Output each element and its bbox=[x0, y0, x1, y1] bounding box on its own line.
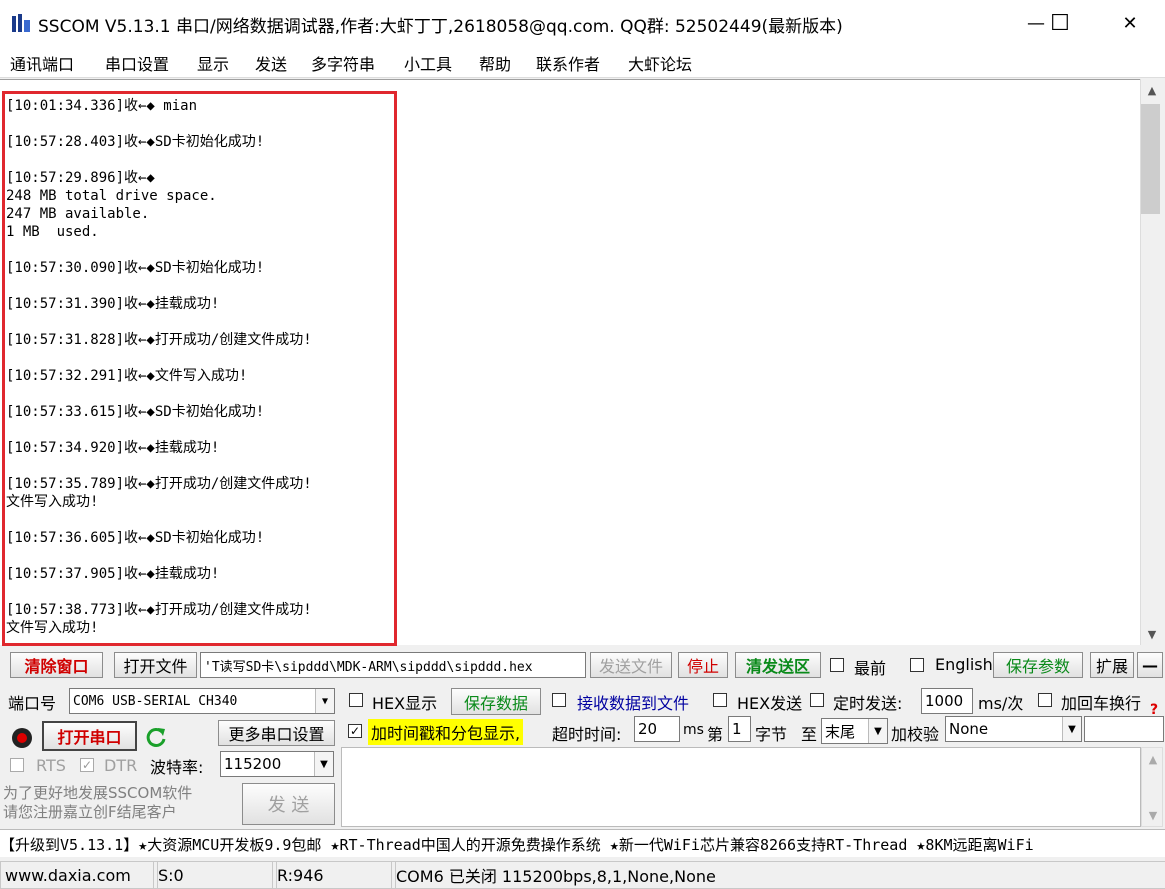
timestamp-label: 加时间戳和分包显示, bbox=[368, 719, 524, 745]
close-icon: ✕ bbox=[1122, 12, 1138, 34]
close-button[interactable]: ✕ bbox=[1107, 0, 1153, 46]
baud-select[interactable]: 115200 ▼ bbox=[220, 751, 334, 777]
english-checkbox[interactable] bbox=[910, 658, 924, 672]
recv-to-file-checkbox[interactable] bbox=[552, 693, 566, 707]
timeout-unit: ms bbox=[683, 722, 704, 738]
byte-label: 字节 bbox=[755, 725, 788, 744]
timeout-label: 超时时间: bbox=[552, 725, 622, 744]
timed-send-label: 定时发送: bbox=[833, 694, 903, 713]
save-data-button[interactable]: 保存数据 bbox=[451, 688, 541, 715]
timeout-input[interactable]: 20 bbox=[634, 716, 680, 742]
hex-display-label: HEX显示 bbox=[372, 694, 438, 713]
scroll-down-icon[interactable]: ▼ bbox=[1142, 804, 1164, 826]
checksum-label: 加校验 bbox=[891, 725, 940, 744]
topmost-checkbox[interactable] bbox=[830, 658, 844, 672]
clear-window-button[interactable]: 清除窗口 bbox=[10, 652, 103, 678]
menu-tools[interactable]: 小工具 bbox=[404, 51, 452, 75]
menu-port-settings[interactable]: 串口设置 bbox=[105, 51, 169, 75]
file-path-input[interactable]: 'T读写SD卡\sipddd\MDK-ARM\sipddd\sipddd.hex bbox=[200, 652, 586, 678]
highlight-box bbox=[2, 91, 397, 646]
app-icon bbox=[12, 14, 30, 32]
baud-label: 波特率: bbox=[150, 758, 204, 777]
scroll-down-icon[interactable]: ▼ bbox=[1141, 623, 1163, 645]
port-select[interactable]: COM6 USB-SERIAL CH340 ▼ bbox=[69, 688, 335, 714]
menu-forum[interactable]: 大虾论坛 bbox=[628, 51, 692, 75]
to-label: 至 bbox=[801, 725, 818, 744]
status-sent: S:0 bbox=[153, 861, 277, 889]
maximize-button[interactable]: ☐ bbox=[1037, 0, 1083, 46]
refresh-icon[interactable] bbox=[144, 725, 168, 749]
status-received: R:946 bbox=[272, 861, 396, 889]
scroll-up-icon[interactable]: ▲ bbox=[1141, 79, 1163, 101]
add-crlf-checkbox[interactable] bbox=[1038, 693, 1052, 707]
scroll-thumb[interactable] bbox=[1141, 104, 1160, 214]
to-select[interactable]: 末尾 ▼ bbox=[821, 718, 888, 744]
port-label: 端口号 bbox=[8, 694, 57, 713]
timed-send-checkbox[interactable] bbox=[810, 693, 824, 707]
send-file-button[interactable]: 发送文件 bbox=[590, 652, 672, 678]
recv-to-file-label: 接收数据到文件 bbox=[577, 694, 690, 713]
more-settings-button[interactable]: 更多串口设置 bbox=[218, 720, 335, 746]
send-scrollbar[interactable]: ▲ ▼ bbox=[1141, 747, 1163, 827]
title-bar: SSCOM V5.13.1 串口/网络数据调试器,作者:大虾丁丁,2618058… bbox=[0, 0, 1165, 46]
port-status-icon bbox=[12, 728, 32, 748]
rts-checkbox[interactable] bbox=[10, 758, 24, 772]
chevron-down-icon: ▼ bbox=[1062, 717, 1081, 741]
scroll-up-icon[interactable]: ▲ bbox=[1142, 748, 1164, 770]
interval-unit: ms/次 bbox=[978, 694, 1024, 713]
open-file-button[interactable]: 打开文件 bbox=[114, 652, 197, 678]
menu-multi-string[interactable]: 多字符串 bbox=[311, 51, 375, 75]
stop-button[interactable]: 停止 bbox=[678, 652, 728, 678]
news-ticker[interactable]: 【升级到V5.13.1】★大资源MCU开发板9.9包邮 ★RT-Thread中国… bbox=[0, 829, 1165, 857]
dtr-label: DTR bbox=[104, 756, 138, 775]
hex-display-checkbox[interactable] bbox=[349, 693, 363, 707]
status-bar: www.daxia.com S:0 R:946 COM6 已关闭 115200b… bbox=[0, 858, 1165, 889]
chevron-down-icon: ▼ bbox=[314, 752, 333, 776]
window-title: SSCOM V5.13.1 串口/网络数据调试器,作者:大虾丁丁,2618058… bbox=[38, 17, 843, 37]
status-port: COM6 已关闭 115200bps,8,1,None,None bbox=[391, 861, 1165, 889]
checksum-output bbox=[1084, 716, 1164, 742]
checksum-select[interactable]: None ▼ bbox=[945, 716, 1082, 742]
rts-label: RTS bbox=[36, 756, 66, 775]
topmost-label: 最前 bbox=[854, 659, 887, 678]
send-input[interactable] bbox=[341, 747, 1141, 827]
menu-comm-port[interactable]: 通讯端口 bbox=[10, 51, 74, 75]
add-crlf-label: 加回车换行 bbox=[1061, 694, 1142, 713]
hex-send-label: HEX发送 bbox=[737, 694, 803, 713]
expand-button[interactable]: 扩展 bbox=[1090, 652, 1134, 678]
hex-send-checkbox[interactable] bbox=[713, 693, 727, 707]
maximize-icon: ☐ bbox=[1050, 10, 1070, 36]
collapse-button[interactable]: — bbox=[1137, 652, 1163, 678]
byte-prefix: 第 bbox=[707, 725, 724, 744]
clear-send-button[interactable]: 清发送区 bbox=[735, 652, 821, 678]
english-label: English bbox=[935, 655, 993, 674]
status-site[interactable]: www.daxia.com bbox=[0, 861, 158, 889]
byte-input[interactable]: 1 bbox=[728, 716, 751, 742]
menu-send[interactable]: 发送 bbox=[255, 51, 287, 75]
menu-contact[interactable]: 联系作者 bbox=[536, 51, 600, 75]
menu-help[interactable]: 帮助 bbox=[479, 51, 511, 75]
timestamp-checkbox[interactable]: ✓ bbox=[348, 724, 362, 738]
promo-text: 为了更好地发展SSCOM软件 请您注册嘉立创F结尾客户 bbox=[3, 784, 193, 821]
save-params-button[interactable]: 保存参数 bbox=[993, 652, 1083, 678]
chevron-down-icon: ▼ bbox=[868, 719, 887, 743]
interval-input[interactable]: 1000 bbox=[921, 688, 973, 714]
chevron-down-icon: ▼ bbox=[315, 689, 334, 713]
send-button[interactable]: 发 送 bbox=[242, 783, 335, 825]
dtr-checkbox[interactable]: ✓ bbox=[80, 758, 94, 772]
menu-display[interactable]: 显示 bbox=[197, 51, 229, 75]
menu-bar: 通讯端口 串口设置 显示 发送 多字符串 小工具 帮助 联系作者 大虾论坛 bbox=[0, 46, 1165, 78]
open-port-button[interactable]: 打开串口 bbox=[42, 721, 137, 751]
